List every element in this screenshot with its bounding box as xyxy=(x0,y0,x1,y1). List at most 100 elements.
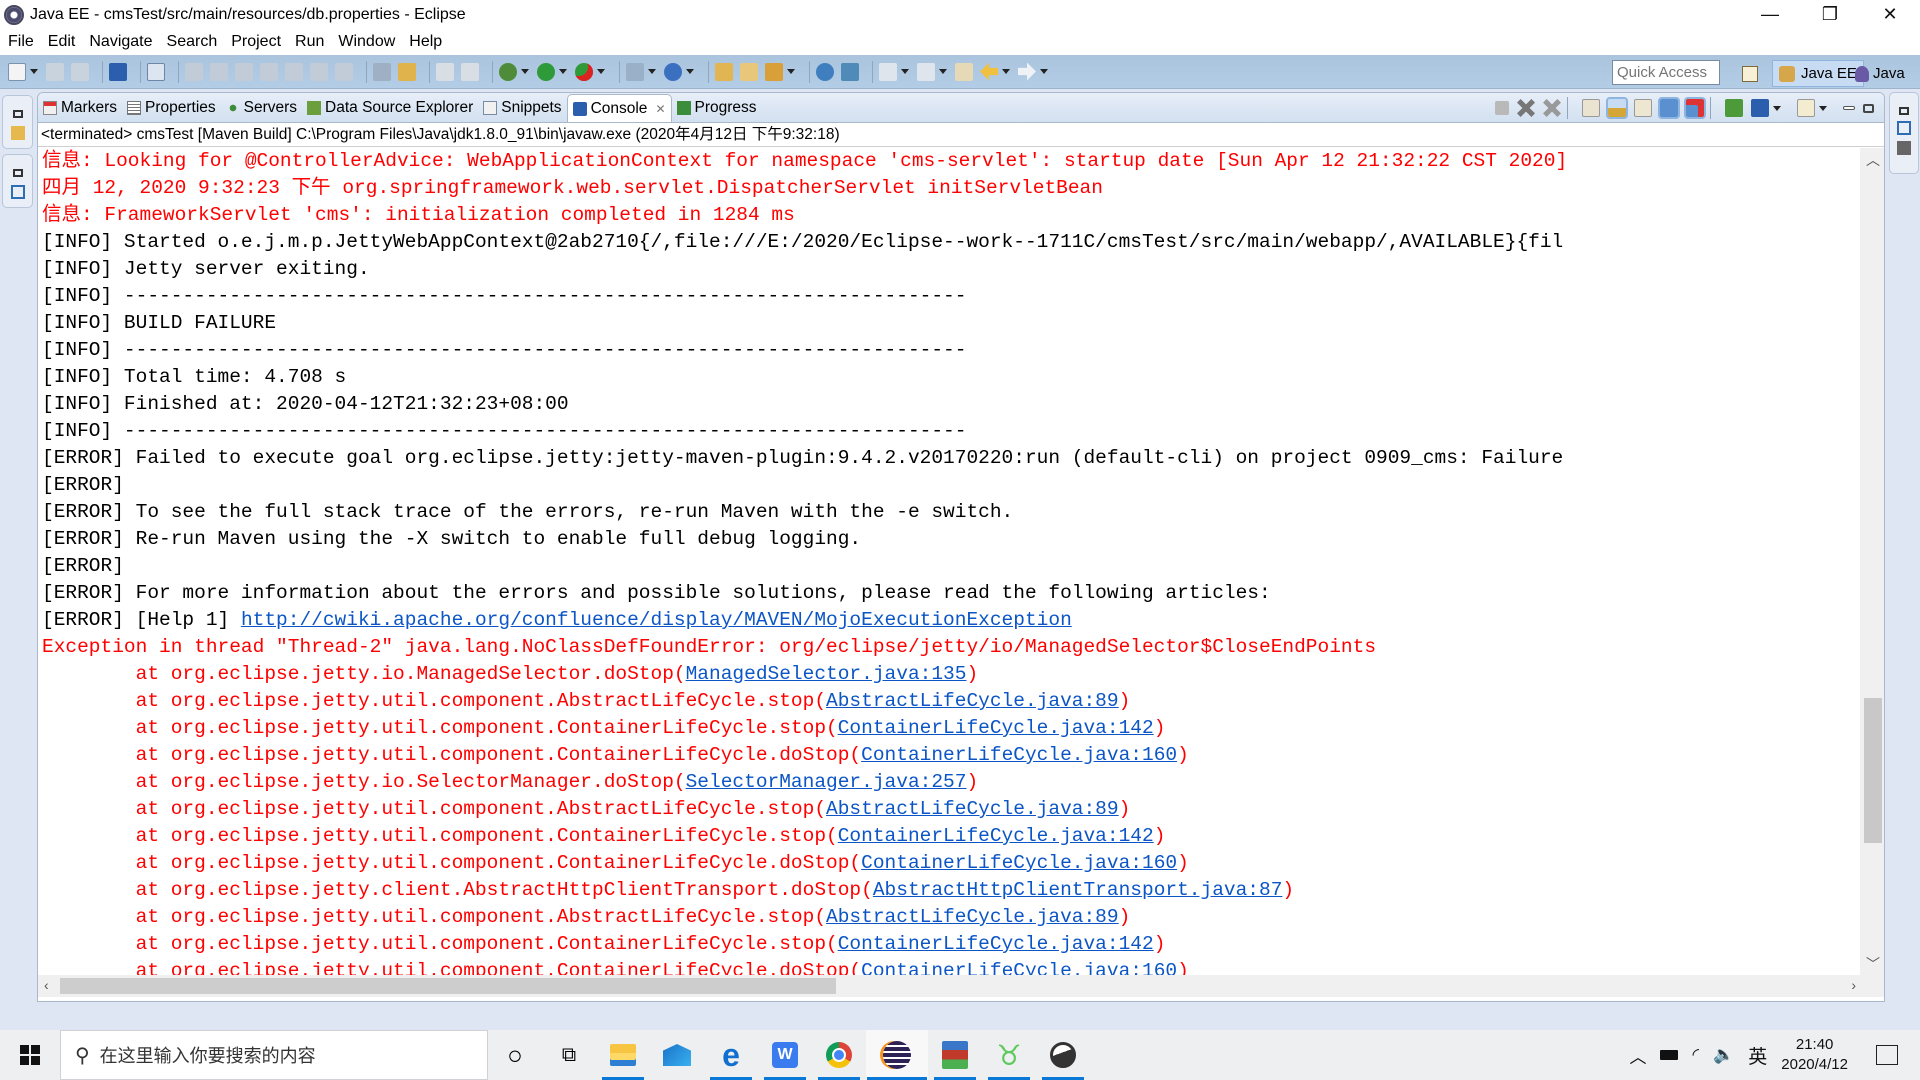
menu-navigate[interactable]: Navigate xyxy=(89,33,152,51)
restore-stack-icon[interactable] xyxy=(12,169,23,177)
tab-progress[interactable]: Progress xyxy=(672,94,762,122)
tab-console[interactable]: Console ✕ xyxy=(566,94,672,122)
open-console-icon[interactable] xyxy=(109,62,127,81)
new-server-dropdown-icon[interactable] xyxy=(648,69,656,74)
taskbar-search-box[interactable]: ⚲ 在这里输入你要搜索的内容 xyxy=(60,1030,488,1080)
taskbar-winrar[interactable] xyxy=(928,1030,982,1080)
package-explorer-icon[interactable] xyxy=(10,126,25,140)
tab-snippets[interactable]: Snippets xyxy=(478,94,566,122)
word-wrap-icon[interactable] xyxy=(1634,99,1652,117)
console-hyperlink[interactable]: ContainerLifeCycle.java:142 xyxy=(838,933,1154,955)
vertical-scrollbar[interactable]: ︿ ﹀ xyxy=(1860,148,1884,978)
save-icon[interactable] xyxy=(46,62,64,81)
step-into-icon[interactable] xyxy=(285,62,303,81)
remove-all-terminated-icon[interactable] xyxy=(1543,99,1561,117)
tab-data-source-explorer[interactable]: Data Source Explorer xyxy=(302,94,478,122)
pin-console-icon[interactable] xyxy=(1725,99,1743,117)
forward-dropdown-icon[interactable] xyxy=(1040,69,1048,74)
save-all-icon[interactable] xyxy=(71,62,89,81)
show-console-stderr-icon[interactable] xyxy=(1684,97,1706,119)
console-hyperlink[interactable]: AbstractLifeCycle.java:89 xyxy=(826,690,1119,712)
open-task-icon[interactable] xyxy=(740,62,758,81)
vertical-scroll-thumb[interactable] xyxy=(1864,698,1882,843)
open-console-icon[interactable] xyxy=(1797,99,1815,117)
debug-icon[interactable] xyxy=(499,62,517,81)
minimize-view-icon[interactable] xyxy=(1843,106,1855,110)
taskbar-wps[interactable]: W xyxy=(758,1030,812,1080)
run-icon[interactable] xyxy=(537,62,555,81)
menu-file[interactable]: File xyxy=(8,33,34,51)
task-view-button[interactable]: ⧉ xyxy=(542,1030,596,1080)
horizontal-scrollbar[interactable]: ‹ › xyxy=(38,975,1884,997)
wifi-icon[interactable]: ◜ xyxy=(1692,1045,1699,1065)
action-center-icon[interactable] xyxy=(1876,1045,1898,1065)
perspective-java[interactable]: Java xyxy=(1855,60,1905,87)
terminate-icon[interactable] xyxy=(235,62,253,81)
cortana-button[interactable]: ○ xyxy=(488,1030,542,1080)
external-tools-dropdown-icon[interactable] xyxy=(597,69,605,74)
new-icon[interactable] xyxy=(8,62,26,81)
next-annotation-dropdown-icon[interactable] xyxy=(901,69,909,74)
disconnect-icon[interactable] xyxy=(260,62,278,81)
scroll-left-icon[interactable]: ‹ xyxy=(44,977,49,993)
scroll-up-icon[interactable]: ︿ xyxy=(1866,150,1880,170)
console-hyperlink[interactable]: AbstractLifeCycle.java:89 xyxy=(826,906,1119,928)
close-button[interactable]: ✕ xyxy=(1860,0,1920,29)
console-hyperlink[interactable]: AbstractHttpClientTransport.java:87 xyxy=(873,879,1283,901)
minimize-button[interactable]: — xyxy=(1740,0,1800,29)
terminate-icon[interactable] xyxy=(1495,101,1509,115)
taskbar-clock[interactable]: 21:40 2020/4/12 xyxy=(1781,1035,1848,1075)
console-hyperlink[interactable]: ManagedSelector.java:135 xyxy=(686,663,967,685)
taskbar-chrome[interactable] xyxy=(812,1030,866,1080)
console-hyperlink[interactable]: ContainerLifeCycle.java:160 xyxy=(861,744,1177,766)
open-web-browser-icon[interactable] xyxy=(816,62,834,81)
taskbar-edge[interactable]: e xyxy=(704,1030,758,1080)
restore-stack-icon[interactable] xyxy=(12,110,23,118)
display-console-dropdown-icon[interactable] xyxy=(1773,105,1781,111)
previous-annotation-dropdown-icon[interactable] xyxy=(939,69,947,74)
new-server-icon[interactable] xyxy=(626,62,644,81)
resume-icon[interactable] xyxy=(185,62,203,81)
maximize-view-icon[interactable] xyxy=(1863,103,1874,113)
taskbar-file-explorer[interactable] xyxy=(596,1030,650,1080)
open-type-icon[interactable] xyxy=(715,62,733,81)
remove-launch-icon[interactable] xyxy=(1517,99,1535,117)
toggle-block-icon[interactable] xyxy=(436,62,454,81)
open-console-dropdown-icon[interactable] xyxy=(1819,105,1827,111)
annotation-icon[interactable] xyxy=(841,62,859,81)
suspend-icon[interactable] xyxy=(210,62,228,81)
restore-button[interactable]: ❐ xyxy=(1800,0,1860,29)
display-selected-console-icon[interactable] xyxy=(1751,99,1769,117)
close-icon[interactable]: ✕ xyxy=(655,102,665,116)
volume-icon[interactable]: 🔈 xyxy=(1713,1045,1734,1065)
console-hyperlink[interactable]: http://cwiki.apache.org/confluence/displ… xyxy=(241,609,1072,631)
clear-console-icon[interactable] xyxy=(1582,99,1600,117)
search-tool-icon[interactable] xyxy=(765,62,783,81)
step-over-icon[interactable] xyxy=(310,62,328,81)
previous-annotation-icon[interactable] xyxy=(917,62,935,81)
perspective-java-ee[interactable]: Java EE xyxy=(1772,60,1864,87)
new-servlet-icon[interactable] xyxy=(664,62,682,81)
menu-search[interactable]: Search xyxy=(167,33,218,51)
show-console-stdout-icon[interactable] xyxy=(1658,97,1680,119)
drop-to-frame-icon[interactable] xyxy=(373,62,391,81)
step-return-icon[interactable] xyxy=(335,62,353,81)
scroll-lock-icon[interactable] xyxy=(1606,97,1628,119)
menu-run[interactable]: Run xyxy=(295,33,324,51)
back-icon[interactable] xyxy=(980,62,998,81)
forward-icon[interactable] xyxy=(1018,62,1036,81)
menu-help[interactable]: Help xyxy=(409,33,442,51)
menu-edit[interactable]: Edit xyxy=(48,33,76,51)
console-output[interactable]: 信息: Looking for @ControllerAdvice: WebAp… xyxy=(38,148,1861,976)
back-dropdown-icon[interactable] xyxy=(1002,69,1010,74)
taskbar-mail[interactable] xyxy=(650,1030,704,1080)
task-list-icon[interactable] xyxy=(1897,121,1911,135)
horizontal-scroll-thumb[interactable] xyxy=(60,978,836,994)
console-hyperlink[interactable]: ContainerLifeCycle.java:160 xyxy=(861,960,1177,976)
outline-icon[interactable] xyxy=(10,185,25,199)
new-servlet-dropdown-icon[interactable] xyxy=(686,69,694,74)
restore-stack-icon[interactable] xyxy=(1899,107,1909,115)
next-annotation-icon[interactable] xyxy=(879,62,897,81)
scroll-down-icon[interactable]: ﹀ xyxy=(1866,954,1880,974)
start-button[interactable] xyxy=(0,1030,60,1080)
